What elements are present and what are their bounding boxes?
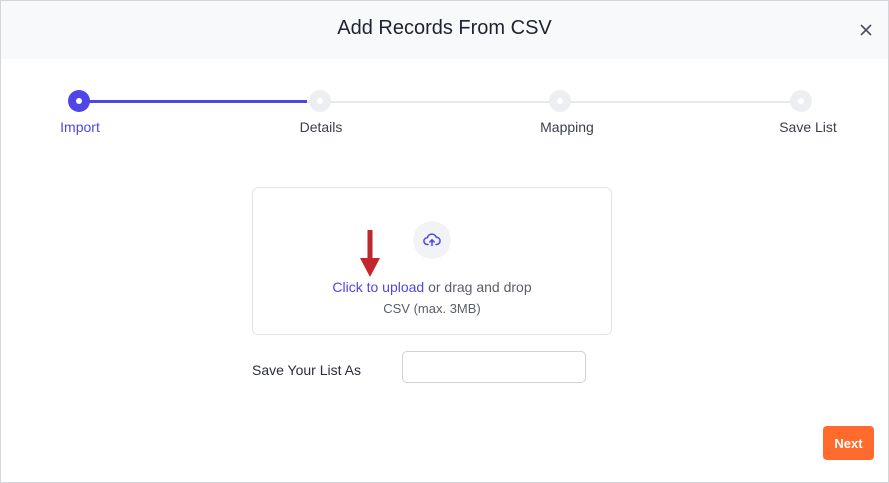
step-dot-import[interactable] <box>68 90 90 112</box>
step-dot-details[interactable] <box>309 90 331 112</box>
save-list-name-input[interactable] <box>402 351 586 383</box>
step-dot-mapping[interactable] <box>549 90 571 112</box>
drag-drop-text: or drag and drop <box>424 279 532 295</box>
save-list-label: Save Your List As <box>252 362 361 378</box>
step-label-save-list[interactable]: Save List <box>758 119 858 135</box>
cloud-upload-icon[interactable] <box>413 221 451 259</box>
close-icon[interactable] <box>854 18 878 42</box>
upload-file-hint: CSV (max. 3MB) <box>383 301 481 316</box>
click-to-upload-link[interactable]: Click to upload <box>332 279 424 295</box>
add-records-modal: Add Records From CSV Import Details Mapp… <box>0 0 889 483</box>
stepper-progress <box>79 100 307 103</box>
arrow-down-icon <box>359 230 381 278</box>
modal-header: Add Records From CSV <box>1 1 888 59</box>
step-label-import[interactable]: Import <box>30 119 130 135</box>
step-label-details[interactable]: Details <box>271 119 371 135</box>
next-button[interactable]: Next <box>823 426 874 460</box>
modal-title: Add Records From CSV <box>337 17 552 39</box>
upload-instructions: Click to upload or drag and drop <box>252 279 612 295</box>
step-label-mapping[interactable]: Mapping <box>517 119 617 135</box>
step-dot-save-list[interactable] <box>790 90 812 112</box>
